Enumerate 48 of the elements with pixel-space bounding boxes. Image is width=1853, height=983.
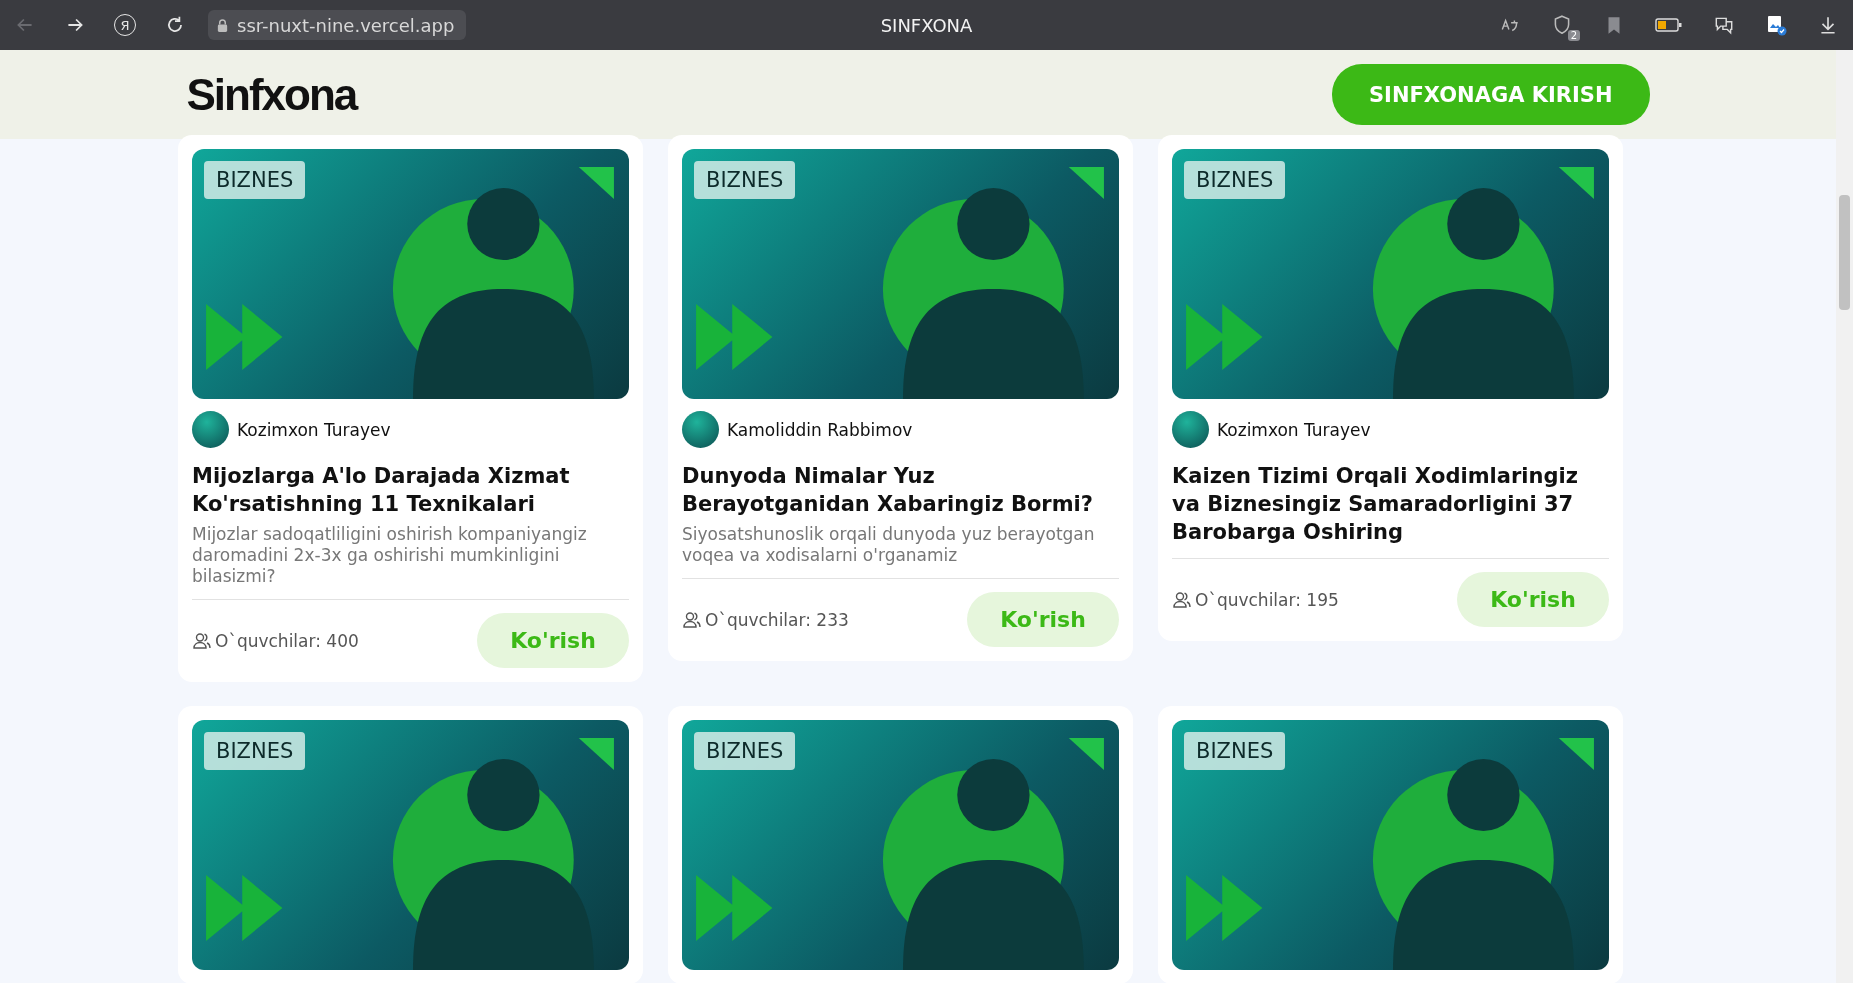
course-title[interactable]: Kaizen Tizimi Orqali Xodimlaringiz va Biznesingiz Samaradorligini 37 Barobarga Oshiring: [1172, 462, 1609, 546]
author-avatar: [192, 411, 229, 448]
site-logo[interactable]: Sinfxona: [186, 69, 357, 120]
double-arrow-icon: [696, 304, 773, 370]
category-tag: BIZNES: [1184, 161, 1286, 199]
course-thumbnail[interactable]: BIZNES: [192, 720, 629, 970]
author-name: Kozimxon Turayev: [237, 419, 391, 440]
course-thumbnail[interactable]: BIZNES: [1172, 720, 1609, 970]
users-icon: [1172, 589, 1192, 610]
double-arrow-icon: [1186, 304, 1263, 370]
course-title[interactable]: Mijozlarga A'lo Darajada Xizmat Ko'rsatishning 11 Texnikalari: [192, 462, 629, 518]
double-arrow-icon: [1186, 875, 1263, 941]
double-arrow-icon: [696, 875, 773, 941]
triangle-icon: [1068, 167, 1104, 199]
course-description: Siyosatshunoslik orqali dunyoda yuz berayotgan voqea va xodisalarni o'rganamiz: [682, 524, 1096, 566]
battery-icon[interactable]: [1655, 16, 1683, 34]
blocked-count-badge: 2: [1567, 30, 1580, 41]
image-icon[interactable]: [1765, 14, 1787, 36]
readers-count: O`quvchilar: 195: [1195, 589, 1339, 610]
category-tag: BIZNES: [204, 161, 306, 199]
author-avatar: [1172, 411, 1209, 448]
category-tag: BIZNES: [204, 732, 306, 770]
address-bar[interactable]: ssr-nuxt-nine.vercel.app: [208, 10, 467, 40]
course-thumbnail[interactable]: BIZNES: [682, 720, 1119, 970]
readers-count: O`quvchilar: 400: [215, 630, 359, 651]
author-name: Kamoliddin Rabbimov: [727, 419, 913, 440]
readers-count: O`quvchilar: 233: [705, 609, 849, 630]
course-thumbnail[interactable]: BIZNES: [682, 149, 1119, 399]
double-arrow-icon: [206, 875, 283, 941]
page-title: SINFXONA: [880, 14, 973, 36]
triangle-icon: [578, 738, 614, 770]
double-arrow-icon: [206, 304, 283, 370]
triangle-icon: [578, 167, 614, 199]
users-icon: [682, 609, 702, 630]
triangle-icon: [1068, 738, 1104, 770]
scrollbar[interactable]: [1836, 50, 1853, 983]
course-title[interactable]: Dunyoda Nimalar Yuz Berayotganidan Xabaringiz Bormi?: [682, 462, 1119, 518]
course-thumbnail[interactable]: BIZNES: [192, 149, 629, 399]
category-tag: BIZNES: [694, 732, 796, 770]
course-thumbnail[interactable]: BIZNES: [1172, 149, 1609, 399]
triangle-icon: [1558, 167, 1594, 199]
category-tag: BIZNES: [694, 161, 796, 199]
users-icon: [192, 630, 212, 651]
course-description: Mijozlar sadoqatliligini oshirish kompaniyangiz daromadini 2x-3x ga oshirishi mumkinligini bilasizmi?: [192, 524, 588, 587]
category-tag: BIZNES: [1184, 732, 1286, 770]
author-avatar: [682, 411, 719, 448]
triangle-icon: [1558, 738, 1594, 770]
author-name: Kozimxon Turayev: [1217, 419, 1371, 440]
